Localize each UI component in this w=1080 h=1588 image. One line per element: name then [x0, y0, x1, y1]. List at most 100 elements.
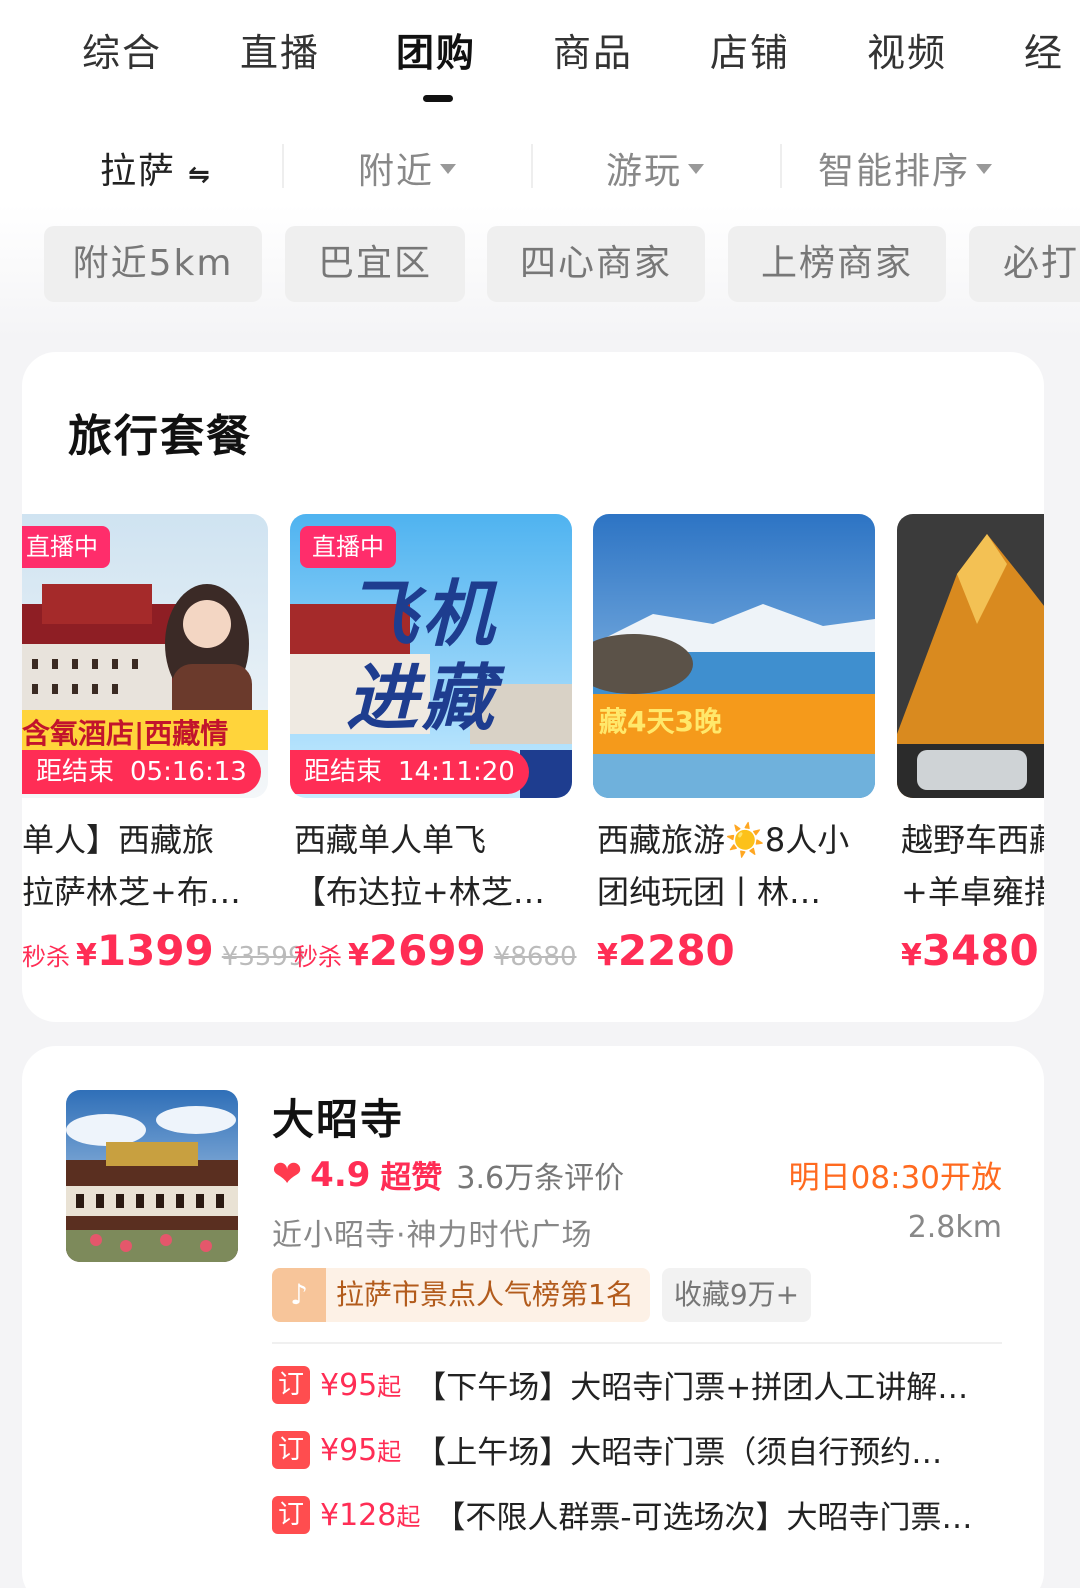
- product-title-line: 西藏单人单飞: [294, 821, 487, 859]
- tab-more[interactable]: 经: [1024, 22, 1064, 77]
- douyin-icon: ♪: [272, 1268, 326, 1322]
- section-title: 旅行套餐: [68, 411, 252, 462]
- product-card[interactable]: 飞机 进藏 直播中 距结束 14:11:20 西藏单人单飞 【布达拉+林芝… 秒杀…: [290, 514, 577, 994]
- city-filter[interactable]: 拉萨 ⇋: [100, 142, 212, 194]
- price-symbol: ¥: [597, 938, 618, 973]
- attraction-photo[interactable]: [66, 1090, 238, 1262]
- price-value: 2280: [617, 926, 735, 975]
- product-title: 西藏单人单飞 【布达拉+林芝…: [294, 814, 574, 918]
- price-symbol: ¥: [76, 938, 97, 973]
- booking-icon: 订: [272, 1365, 310, 1404]
- sort-filter[interactable]: 智能排序: [818, 142, 993, 194]
- caret-down-icon: [440, 164, 457, 174]
- tab-shops[interactable]: 店铺: [710, 22, 790, 77]
- chip-bayi-district[interactable]: 巴宜区: [285, 226, 465, 302]
- product-thumbnail: 飞机 进藏 直播中 距结束 14:11:20: [290, 514, 572, 798]
- product-title-line: 拉萨林芝+布…: [22, 873, 241, 911]
- opening-time: 明日08:30开放: [788, 1160, 1002, 1196]
- rank-tag-text: 拉萨市景点人气榜第1名: [336, 1278, 634, 1311]
- rating-praise: 超赞: [380, 1160, 443, 1196]
- chip-four-heart-merchants[interactable]: 四心商家: [487, 226, 705, 302]
- favorites-tag: 收藏9万+: [661, 1268, 812, 1322]
- deal-title: 【下午场】大昭寺门票+拼团人工讲解…: [415, 1370, 969, 1406]
- deal-item[interactable]: 订 ¥128起 【不限人群票-可选场次】大昭寺门票…: [272, 1492, 1002, 1542]
- booking-icon: 订: [272, 1495, 310, 1534]
- product-carousel: 含氧酒店|西藏情 直播中 距结束 05:16:13 单人】西藏旅 拉萨林芝+布… …: [22, 514, 1044, 994]
- thumbnail-overlay-text: 飞机 进藏: [346, 572, 498, 740]
- product-card[interactable]: 藏4天3晚 西藏旅游☀️8人小 团纯玩团丨林… ¥2280: [593, 514, 877, 994]
- chip-ranked-merchants[interactable]: 上榜商家: [728, 226, 946, 302]
- deal-price-suffix: 起: [396, 1502, 421, 1531]
- distance-text: 2.8km: [907, 1210, 1002, 1245]
- location-text: 近小昭寺·神力时代广场: [272, 1218, 593, 1253]
- attraction-tags: ♪ 拉萨市景点人气榜第1名 收藏9万+: [272, 1268, 812, 1324]
- product-price: ¥2280: [597, 926, 735, 975]
- category-filter[interactable]: 游玩: [606, 142, 705, 194]
- chip-nearby-5km[interactable]: 附近5km: [44, 226, 262, 302]
- nearby-label: 附近: [358, 151, 435, 192]
- jokhang-temple-photo: [66, 1090, 238, 1262]
- product-card[interactable]: 含氧酒店|西藏情 直播中 距结束 05:16:13 单人】西藏旅 拉萨林芝+布… …: [22, 514, 305, 994]
- product-title-line: 西藏旅游☀️8人小: [597, 821, 850, 859]
- heart-icon: ❤: [272, 1154, 303, 1195]
- flash-sale-label: 秒杀: [22, 943, 70, 971]
- rating-row: ❤ 4.9 超赞 3.6万条评价 明日08:30开放: [272, 1152, 1002, 1200]
- deal-item[interactable]: 订 ¥95起 【上午场】大昭寺门票（须自行预约…: [272, 1427, 1002, 1477]
- deal-price-value: ¥128: [320, 1497, 397, 1533]
- tab-group-buy[interactable]: 团购: [396, 22, 476, 77]
- active-tab-indicator: [423, 95, 453, 102]
- flash-sale-label: 秒杀: [294, 943, 342, 971]
- rank-tag[interactable]: ♪ 拉萨市景点人气榜第1名: [272, 1268, 650, 1322]
- deal-price-value: ¥95: [320, 1367, 378, 1403]
- swap-icon: ⇋: [188, 160, 212, 190]
- timer-label: 距结束: [36, 757, 115, 787]
- price-value: 3480: [921, 926, 1039, 975]
- travel-package-card: 旅行套餐 含氧酒店|西藏情 直播中 距结束 05:16:13 单人】西藏旅 拉萨…: [22, 352, 1044, 1022]
- product-thumbnail: 藏4天3晚: [593, 514, 875, 798]
- overlay-line: 进藏: [346, 656, 499, 740]
- product-card[interactable]: 越野车西藏 +羊卓雍措 ¥3480¥: [897, 514, 1044, 994]
- product-title: 单人】西藏旅 拉萨林芝+布…: [22, 814, 272, 918]
- product-price: 秒杀 ¥1399 ¥3599: [22, 926, 305, 975]
- nearby-filter[interactable]: 附近: [358, 142, 457, 194]
- search-result-tabs: 综合 直播 团购 商品 店铺 视频 经: [0, 0, 1080, 110]
- price-value: 2699: [368, 926, 486, 975]
- tab-live[interactable]: 直播: [240, 22, 320, 77]
- deal-price-suffix: 起: [377, 1437, 402, 1466]
- deal-title: 【上午场】大昭寺门票（须自行预约…: [415, 1435, 943, 1471]
- timer-value: 05:16:13: [130, 757, 247, 787]
- deal-item[interactable]: 订 ¥95起 【下午场】大昭寺门票+拼团人工讲解…: [272, 1362, 1002, 1412]
- live-badge: 直播中: [22, 526, 110, 568]
- product-title: 西藏旅游☀️8人小 团纯玩团丨林…: [597, 814, 881, 918]
- chip-must-visit[interactable]: 必打: [969, 226, 1080, 302]
- product-price: 秒杀 ¥2699 ¥8680: [294, 926, 577, 975]
- product-title: 越野车西藏 +羊卓雍措: [901, 814, 1044, 918]
- thumbnail-overlay-text: 含氧酒店|西藏情: [22, 717, 229, 750]
- timer-label: 距结束: [304, 757, 383, 787]
- lake-mountain-photo: [593, 514, 875, 798]
- product-thumbnail: [897, 514, 1044, 798]
- tab-goods[interactable]: 商品: [553, 22, 633, 77]
- product-title-line: 团纯玩团丨林…: [597, 873, 822, 911]
- product-title-line: 【布达拉+林芝…: [294, 873, 545, 911]
- price-symbol: ¥: [348, 938, 369, 973]
- deal-price: ¥95起: [320, 1433, 401, 1468]
- city-label: 拉萨: [100, 151, 177, 192]
- deal-price-value: ¥95: [320, 1432, 378, 1468]
- countdown-timer: 距结束 05:16:13: [22, 750, 261, 794]
- tab-videos[interactable]: 视频: [867, 22, 947, 77]
- review-count[interactable]: 3.6万条评价: [456, 1161, 624, 1196]
- price-value: 1399: [96, 926, 214, 975]
- mountain-photo: [897, 514, 1044, 798]
- tab-comprehensive[interactable]: 综合: [82, 22, 162, 77]
- price-symbol: ¥: [901, 938, 922, 973]
- quick-filter-chips: 附近5km 巴宜区 四心商家 上榜商家 必打: [0, 226, 1080, 306]
- attraction-name[interactable]: 大昭寺: [272, 1086, 404, 1147]
- filter-divider: [282, 144, 284, 188]
- rating-score: 4.9: [310, 1154, 371, 1195]
- sort-label: 智能排序: [818, 151, 971, 192]
- product-thumbnail: 含氧酒店|西藏情 直播中 距结束 05:16:13: [22, 514, 268, 798]
- product-title-line: 单人】西藏旅: [22, 821, 215, 859]
- attraction-card[interactable]: 大昭寺 ❤ 4.9 超赞 3.6万条评价 明日08:30开放 近小昭寺·神力时代广场 …: [22, 1046, 1044, 1588]
- filter-bar: 拉萨 ⇋ 附近 游玩 智能排序: [0, 130, 1080, 200]
